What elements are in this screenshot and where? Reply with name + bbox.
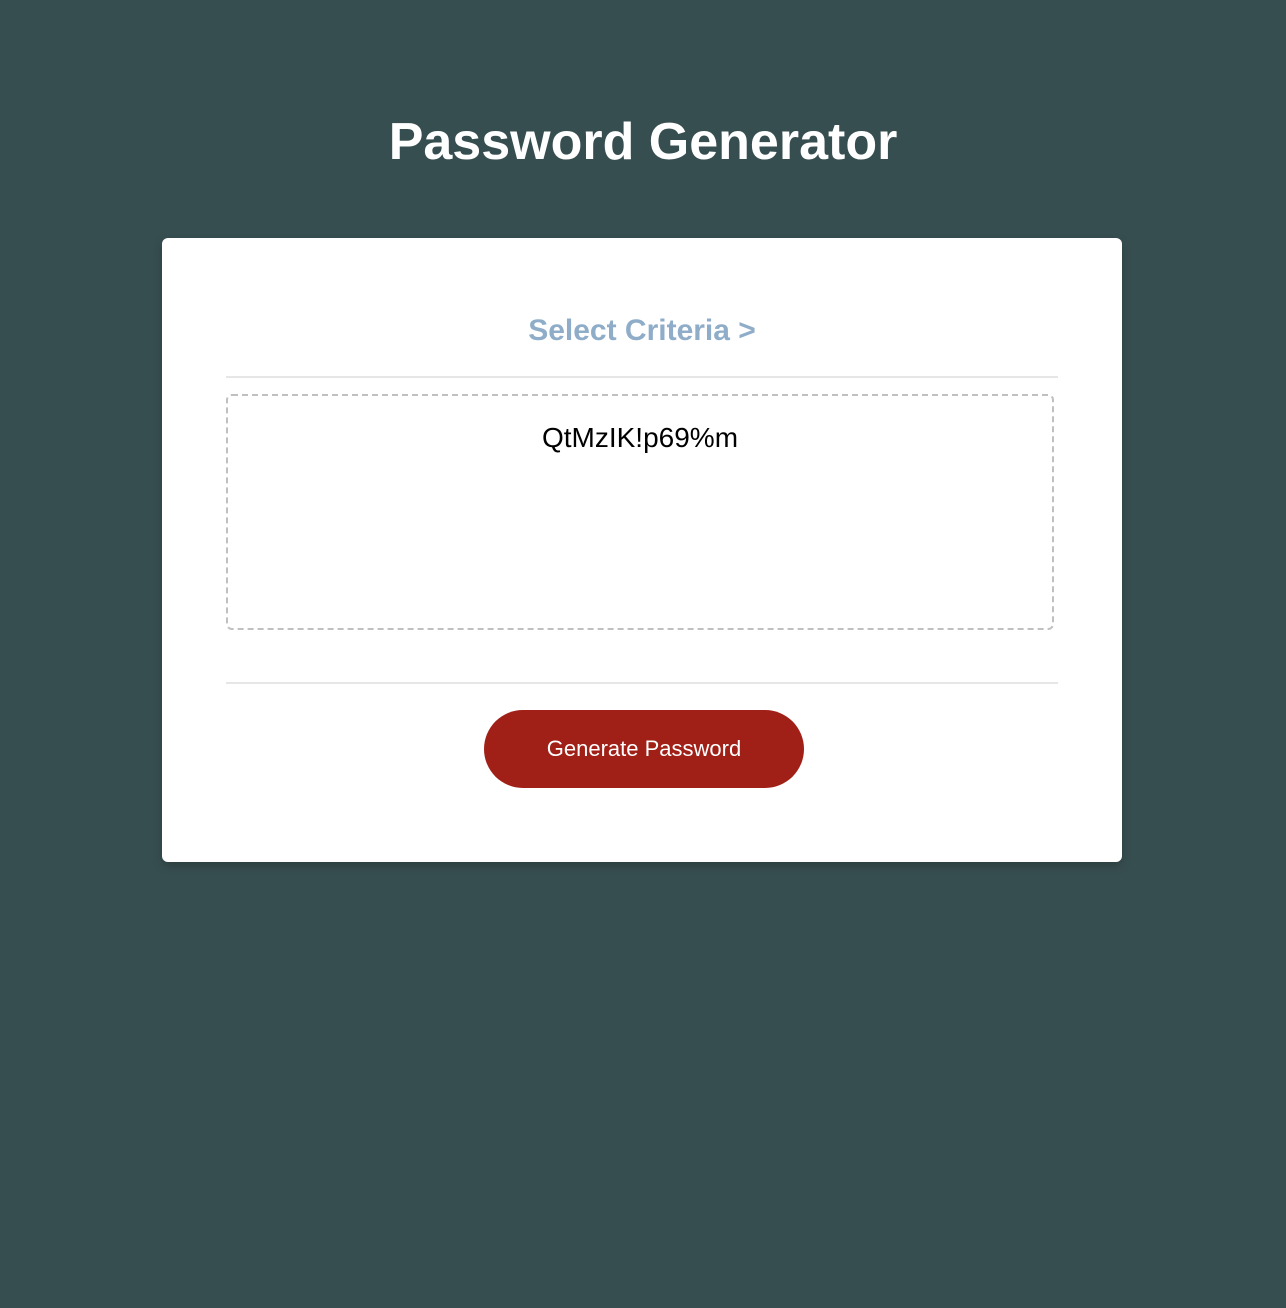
- generate-password-button[interactable]: Generate Password: [484, 710, 804, 788]
- page-title: Password Generator: [388, 113, 898, 171]
- select-criteria-heading: Select Criteria >: [528, 314, 756, 347]
- generator-card: Select Criteria > QtMzIK!p69%m Generate …: [162, 238, 1122, 862]
- card-header: Select Criteria >: [226, 298, 1058, 378]
- password-output[interactable]: QtMzIK!p69%m: [226, 394, 1054, 630]
- card-footer-divider: [226, 682, 1058, 684]
